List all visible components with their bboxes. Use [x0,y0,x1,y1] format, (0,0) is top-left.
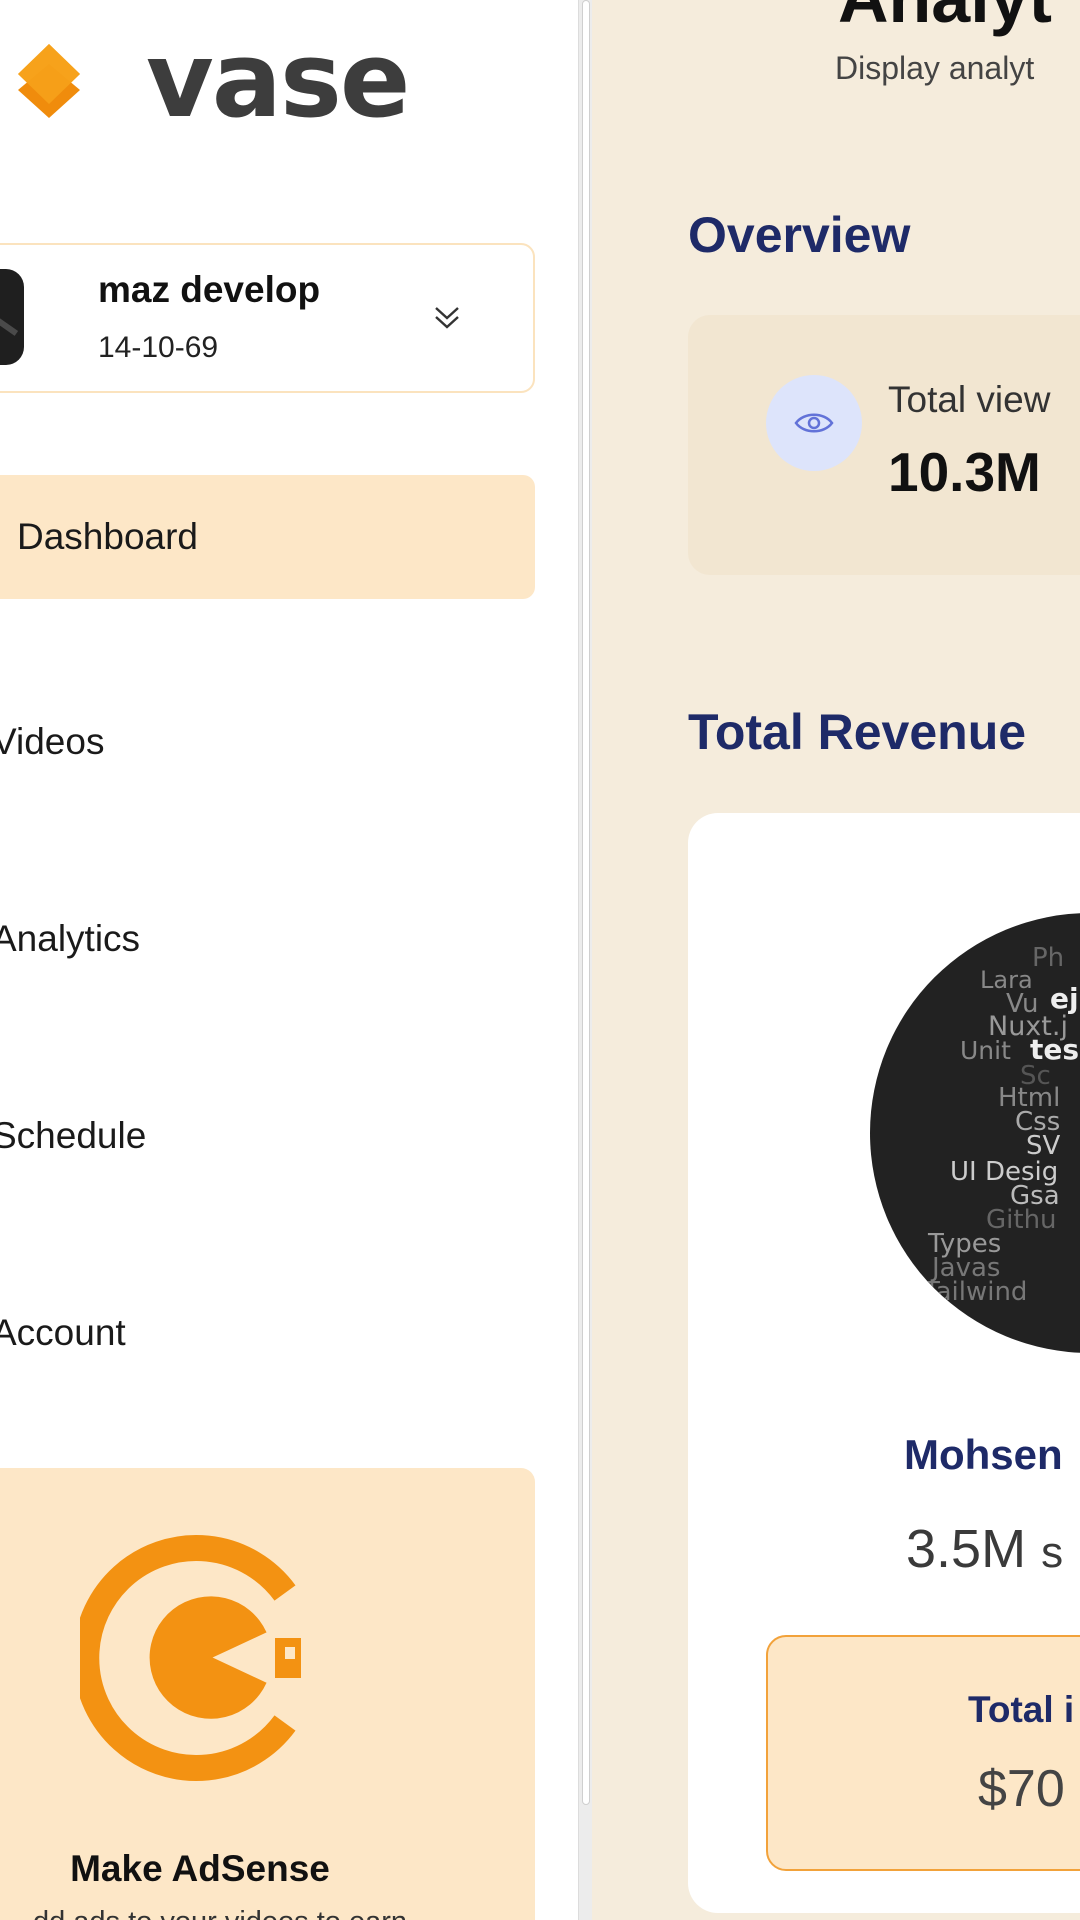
sidebar-item-videos[interactable]: Videos [0,680,535,804]
revenue-title: Total Revenue [688,704,1027,760]
total-views-label: Total view [888,379,1051,420]
cloud-word: Ph [1032,943,1065,973]
cloud-word: Unit [960,1036,1011,1065]
total-views-card: Total view 10.3M [688,315,1080,575]
sidebar-item-dashboard[interactable]: Dashboard [0,475,535,599]
main-content: Analyt Display analyt Overview Total vie… [592,0,1080,1920]
sidebar-item-label: Schedule [0,1115,147,1156]
profile-date: 14-10-69 [98,331,219,364]
avatar [0,269,24,365]
sidebar: vase maz develop 14-10-69 Dashboard Vide… [0,0,578,1920]
sidebar-item-analytics[interactable]: Analytics [0,877,535,1001]
subscriber-count-value: 3.5M [906,1519,1027,1579]
brand-logo[interactable]: vase [14,19,410,141]
sidebar-item-account[interactable]: Account [0,1271,535,1395]
sidebar-item-label: Dashboard [17,516,199,557]
subscriber-count: 3.5M s [906,1518,1063,1580]
total-income-label: Total i [968,1689,1075,1730]
chevron-double-down-icon[interactable] [430,300,464,334]
page-title: Analyt [838,0,1052,38]
sidebar-item-schedule[interactable]: Schedule [0,1074,535,1198]
cloud-word: SV [1026,1131,1061,1161]
brand-name: vase [146,19,410,141]
adsense-logo-icon [80,1535,301,1781]
total-income-box: Total i $70 [766,1635,1080,1871]
adsense-subtitle: dd ads to your videos to earn [0,1906,460,1920]
app-frame: vase maz develop 14-10-69 Dashboard Vide… [0,0,1080,1920]
adsense-promo-card[interactable]: Make AdSense dd ads to your videos to ea… [0,1468,535,1920]
eye-icon-badge [766,375,862,471]
profile-name: maz develop [98,269,321,310]
page-subtitle: Display analyt [835,50,1035,86]
sidebar-item-label: Account [0,1312,126,1353]
cloud-word: ej [1050,982,1079,1015]
sidebar-scrollbar[interactable] [578,0,593,1920]
overview-title: Overview [688,207,911,263]
cloud-word: tes [1030,1033,1080,1066]
revenue-card: Ph Lara Vu ej Nuxt.j Unit tes Sc Html Cs… [688,813,1080,1913]
sidebar-item-label: Videos [0,721,105,762]
total-income-value: $70 [978,1760,1065,1818]
profile-switcher[interactable]: maz develop 14-10-69 [0,243,535,393]
subscriber-count-unit: s [1041,1528,1064,1577]
adsense-title: Make AdSense [70,1848,330,1889]
scrollbar-thumb[interactable] [582,0,590,1805]
diamond-logo-icon [18,44,80,118]
channel-avatar[interactable]: Ph Lara Vu ej Nuxt.j Unit tes Sc Html Cs… [870,913,1080,1353]
sidebar-item-label: Analytics [0,918,141,959]
cloud-word: Tailwind [924,1277,1028,1307]
channel-name: Mohsen [904,1431,1063,1478]
eye-icon [794,413,834,433]
total-views-value: 10.3M [888,441,1041,503]
